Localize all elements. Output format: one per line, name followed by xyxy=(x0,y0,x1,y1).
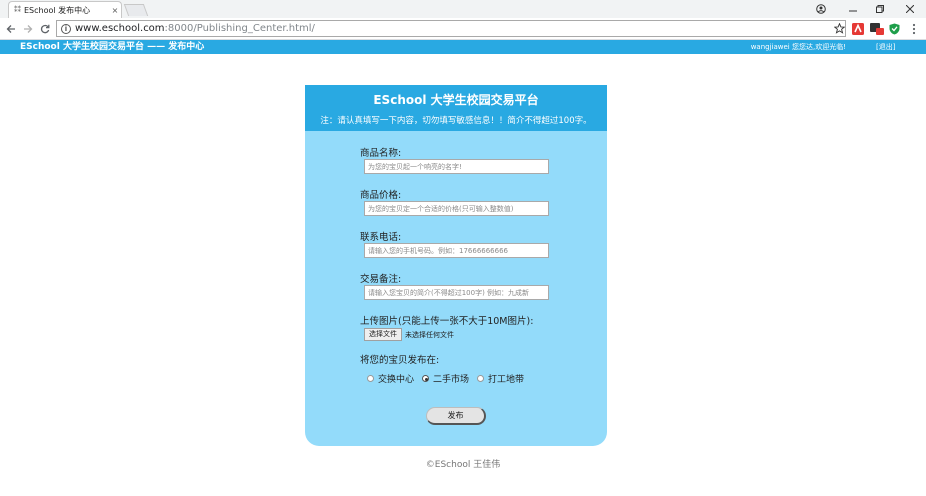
new-tab-button[interactable] xyxy=(123,4,149,16)
radio-button[interactable] xyxy=(477,375,485,382)
radio-part-time-zone[interactable]: 打工地带 xyxy=(477,372,524,385)
radio-label: 打工地带 xyxy=(488,375,525,385)
upload-label: 上传图片(只能上传一张不大于10M图片): xyxy=(360,316,534,327)
url-path: :8000/Publishing_Center.html/ xyxy=(164,23,315,34)
radio-label: 交换中心 xyxy=(378,375,415,385)
url-host: www.eschool.com xyxy=(75,23,165,34)
site-brand: ESchool 大学生校园交易平台 —— 发布中心 xyxy=(20,42,205,52)
close-window-icon[interactable] xyxy=(900,1,920,17)
extension-red-icon[interactable] xyxy=(850,21,865,36)
browser-toolbar: i www.eschool.com :8000/Publishing_Cente… xyxy=(0,18,926,40)
remark-input[interactable] xyxy=(364,285,549,300)
item-name-label: 商品名称: xyxy=(360,148,402,159)
page-favicon-icon: ⁑⁑ xyxy=(14,6,21,14)
forward-icon[interactable] xyxy=(21,21,35,37)
extension-shield-icon[interactable] xyxy=(887,21,902,36)
publish-location-label: 将您的宝贝发布在: xyxy=(360,355,440,366)
minimize-icon[interactable] xyxy=(843,1,863,17)
radio-button-checked[interactable] xyxy=(422,375,430,382)
logout-link[interactable]: [退出] xyxy=(876,40,895,54)
choose-file-button[interactable]: 选择文件 xyxy=(364,328,402,341)
radio-exchange-center[interactable]: 交换中心 xyxy=(367,372,414,385)
publish-button[interactable]: 发布 xyxy=(426,407,486,425)
phone-label: 联系电话: xyxy=(360,232,402,243)
user-greeting: wangjiawei 您您达,欢迎光临! xyxy=(750,43,846,51)
tab-title: ESchool 发布中心 xyxy=(24,5,91,15)
item-name-input[interactable] xyxy=(364,159,549,174)
item-price-input[interactable] xyxy=(364,201,549,216)
site-header: ESchool 大学生校园交易平台 —— 发布中心 wangjiawei 您您达… xyxy=(0,40,926,54)
site-info-icon[interactable]: i xyxy=(61,23,71,34)
bookmark-star-icon[interactable] xyxy=(832,21,847,36)
reload-icon[interactable] xyxy=(38,21,52,37)
phone-input[interactable] xyxy=(364,243,549,258)
back-icon[interactable] xyxy=(4,21,18,37)
extension-badge-icon[interactable] xyxy=(869,21,884,36)
file-upload: 选择文件 未选择任何文件 xyxy=(364,328,454,341)
publish-form-card: ESchool 大学生校园交易平台 注：请认真填写一下内容，切勿填写敏感信息！！… xyxy=(305,85,607,446)
account-icon[interactable] xyxy=(811,1,831,17)
no-file-text: 未选择任何文件 xyxy=(405,330,454,339)
browser-menu-icon[interactable] xyxy=(906,21,921,36)
radio-second-hand-market[interactable]: 二手市场 xyxy=(422,372,469,385)
form-header: ESchool 大学生校园交易平台 注：请认真填写一下内容，切勿填写敏感信息！！… xyxy=(305,85,607,131)
address-bar[interactable]: i www.eschool.com :8000/Publishing_Cente… xyxy=(56,20,846,37)
restore-icon[interactable] xyxy=(870,1,890,17)
form-note: 注：请认真填写一下内容，切勿填写敏感信息！！简介不得超过100字。 xyxy=(320,116,592,126)
publish-location-group: 交换中心 二手市场 打工地带 xyxy=(367,372,532,385)
browser-tabstrip: ⁑⁑ ESchool 发布中心 × xyxy=(0,0,926,18)
radio-label: 二手市场 xyxy=(433,375,470,385)
tab-close-icon[interactable]: × xyxy=(109,6,121,15)
radio-button[interactable] xyxy=(367,375,374,382)
form-title: ESchool 大学生校园交易平台 xyxy=(373,93,539,107)
browser-tab[interactable]: ⁑⁑ ESchool 发布中心 × xyxy=(8,1,122,18)
item-price-label: 商品价格: xyxy=(360,190,402,201)
remark-label: 交易备注: xyxy=(360,274,402,285)
footer-copyright: ©ESchool 王佳伟 xyxy=(425,460,501,470)
